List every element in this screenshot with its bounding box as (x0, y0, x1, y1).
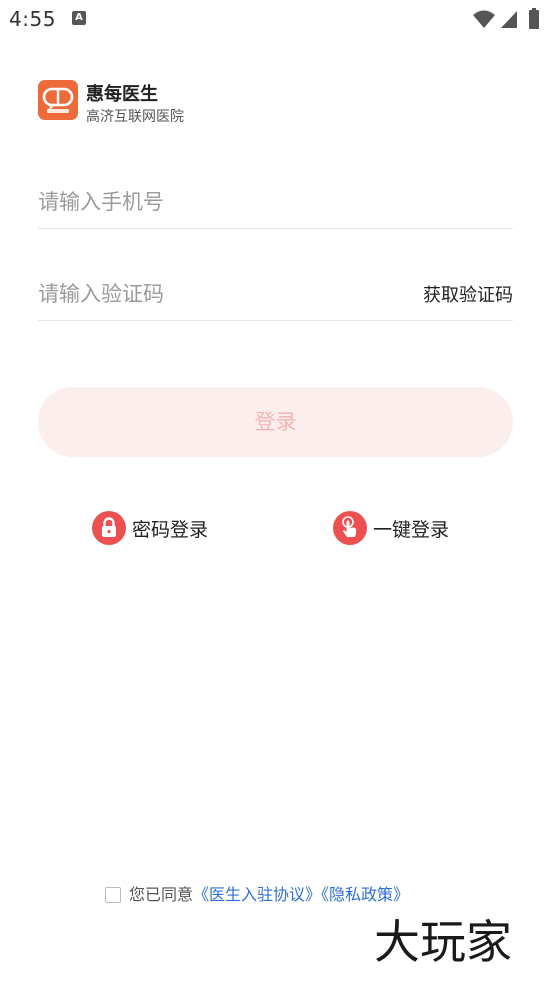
brand-subtitle: 高济互联网医院 (86, 109, 184, 125)
watermark: 大玩家 (374, 915, 512, 969)
phone-input[interactable] (38, 180, 378, 224)
agreement-row: 您已同意《医生入驻协议》《隐私政策》 (105, 884, 409, 906)
battery-icon (528, 8, 540, 34)
phone-field (38, 180, 513, 229)
signal-icon (499, 9, 519, 33)
wifi-icon (472, 9, 496, 33)
verification-code-field: 获取验证码 (38, 272, 513, 321)
a-icon: A (72, 11, 86, 25)
one-key-login-label: 一键登录 (373, 519, 450, 541)
verification-code-input[interactable] (38, 272, 378, 316)
agree-checkbox[interactable] (105, 887, 121, 903)
privacy-policy-link[interactable]: 《隐私政策》 (321, 885, 409, 904)
status-bar: 4:55 A (0, 0, 551, 40)
login-button[interactable]: 登录 (38, 387, 513, 457)
speech-bubble-logo-icon (38, 80, 78, 120)
agreement-prefix: 您已同意 (129, 885, 194, 904)
doctor-agreement-link[interactable]: 《医生入驻协议》 (193, 885, 321, 904)
status-time: 4:55 (9, 7, 56, 31)
brand-name: 惠每医生 (86, 84, 158, 105)
lock-icon (92, 511, 126, 545)
get-code-button[interactable]: 获取验证码 (423, 281, 513, 307)
password-login-label: 密码登录 (132, 519, 209, 541)
tap-hand-icon (333, 511, 367, 545)
